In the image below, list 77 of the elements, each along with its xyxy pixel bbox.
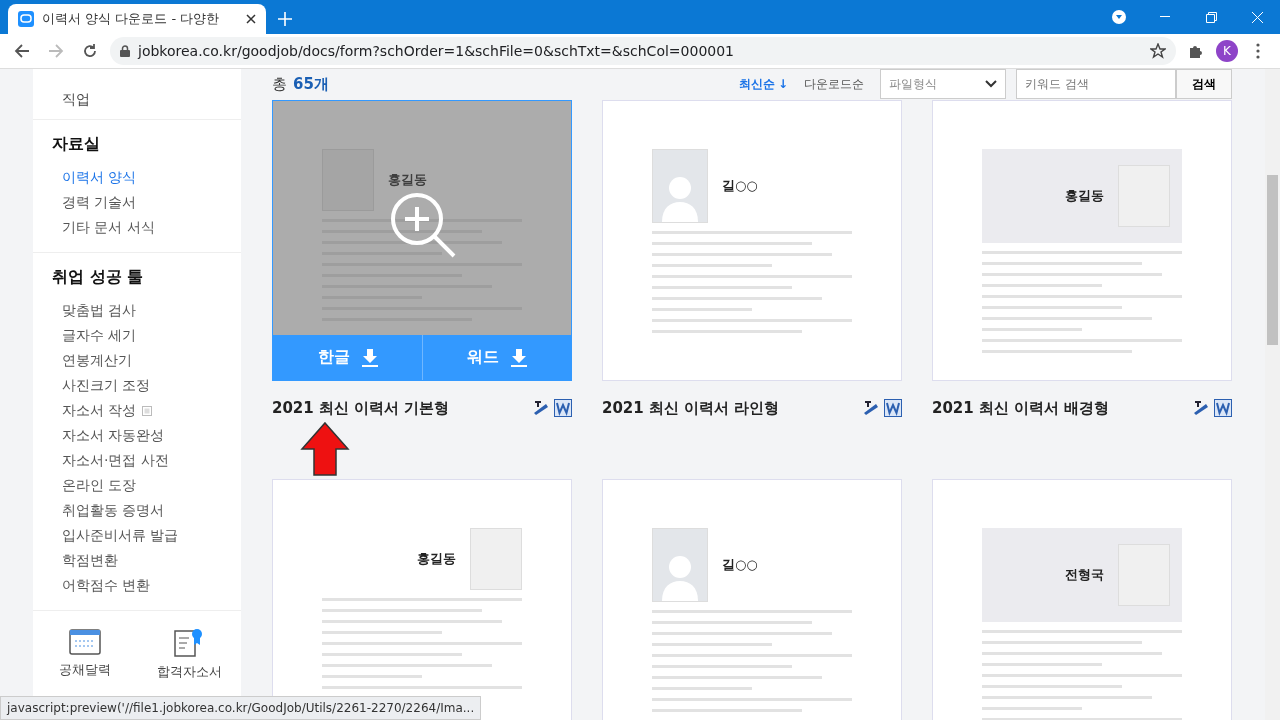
kebab-menu-icon — [1256, 43, 1260, 59]
chat-bubble-icon — [18, 11, 34, 27]
sidebar-section-title: 자료실 — [52, 134, 101, 155]
shortcut-link[interactable]: 합격자소서 — [137, 621, 241, 687]
resume-thumbnail[interactable]: 길○○ — [602, 100, 902, 381]
close-icon[interactable] — [246, 14, 256, 24]
sidebar-link[interactable]: 어학점수 변환 — [52, 573, 151, 598]
resume-name: 길○○ — [722, 177, 758, 195]
template-title[interactable]: 2021 최신 이력서 라인형 — [602, 398, 780, 418]
sidebar-item[interactable]: 직업 — [33, 69, 241, 120]
resume-name: 홍길동 — [388, 171, 427, 189]
template-title[interactable]: 2021 최신 이력서 기본형 — [272, 398, 450, 418]
file-type-select[interactable]: 파일형식 — [880, 69, 1006, 99]
sidebar-link[interactable]: 자소서·면접 사전 — [52, 448, 169, 473]
chevron-circle-icon — [1112, 10, 1126, 24]
address-bar[interactable]: jobkorea.co.kr/goodjob/docs/form?schOrder=1&schFile=0&schTxt=&schCol=000001 — [110, 37, 1176, 65]
word-file-icon — [1214, 399, 1232, 417]
back-arrow-icon — [14, 43, 30, 59]
sidebar-link[interactable]: 글자수 세기 — [52, 323, 137, 348]
hangul-file-icon — [1192, 399, 1210, 417]
profile-avatar[interactable]: K — [1216, 40, 1238, 62]
resume-name: 홍길동 — [1065, 187, 1104, 205]
sidebar-link[interactable]: 경력 기술서 — [52, 190, 137, 215]
zoom-in-icon[interactable] — [389, 191, 457, 259]
calendar-icon — [69, 627, 101, 655]
resume-thumbnail[interactable]: 전형국 — [932, 479, 1232, 720]
url-status-tooltip: javascript:preview('//file1.jobkorea.co.kr/GoodJob/Utils/2261-2270/2264/Ima... — [0, 696, 482, 720]
download-icon — [511, 348, 527, 367]
sort-arrow-icon: ↓ — [777, 77, 788, 91]
chevron-down-icon — [985, 80, 997, 88]
close-icon — [1251, 11, 1263, 23]
new-tab-icon[interactable] — [278, 12, 292, 26]
sort-option[interactable]: 다운로드순 — [804, 75, 864, 93]
sidebar-link[interactable]: 이력서 양식 — [52, 165, 137, 190]
total-label: 총 — [272, 74, 287, 94]
url-text: jobkorea.co.kr/goodjob/docs/form?schOrder=1&schFile=0&schTxt=&schCol=000001 — [138, 43, 735, 59]
resume-name: 전형국 — [1065, 566, 1104, 584]
resume-thumbnail[interactable]: 길○○ — [602, 479, 902, 720]
word-file-icon — [554, 399, 572, 417]
resume-thumbnail[interactable]: 홍길동 한글 워드 — [272, 100, 572, 381]
total-count: 65개 — [293, 74, 329, 94]
sidebar-link[interactable]: 자소서 자동완성 — [52, 423, 165, 448]
sort-option[interactable]: 최신순 ↓ — [738, 75, 788, 93]
shortcut-link[interactable]: 공채달력 — [33, 621, 137, 687]
hangul-file-icon — [862, 399, 880, 417]
restore-icon — [1205, 11, 1217, 23]
download-icon — [361, 348, 378, 367]
certificate-icon — [174, 627, 204, 657]
sidebar-link[interactable]: 연봉계산기 — [52, 348, 132, 373]
sidebar-section-title: 취업 성공 툴 — [52, 267, 145, 288]
sidebar-link[interactable]: 학점변환 — [52, 548, 118, 573]
resume-name: 홍길동 — [417, 550, 456, 568]
word-file-icon — [884, 399, 902, 417]
photo-placeholder — [470, 528, 522, 590]
sidebar-link[interactable]: 맞춤법 검사 — [52, 298, 137, 323]
lock-icon — [120, 45, 130, 57]
sidebar-link[interactable]: 입사준비서류 발급 — [52, 523, 179, 548]
browser-tab[interactable]: 이력서 양식 다운로드 - 다양한 — [8, 4, 266, 34]
puzzle-icon — [1188, 43, 1204, 59]
sidebar-link[interactable]: 자소서 작성 — [52, 398, 153, 423]
sidebar-link[interactable]: 온라인 도장 — [52, 473, 137, 498]
sidebar-link[interactable]: 취업활동 증명서 — [52, 498, 165, 523]
scrollbar[interactable] — [1265, 69, 1280, 720]
forward-arrow-icon — [48, 43, 64, 59]
minimize-icon — [1160, 16, 1170, 18]
resume-thumbnail[interactable]: 홍길동 — [932, 100, 1232, 381]
search-field[interactable]: 키워드 검색 — [1016, 69, 1176, 99]
star-icon[interactable] — [1150, 43, 1166, 59]
arrow-annotation — [300, 421, 350, 477]
resume-name: 길○○ — [722, 556, 758, 574]
hangul-file-icon — [532, 399, 550, 417]
sidebar-link[interactable]: 사진크기 조정 — [52, 373, 151, 398]
tab-title: 이력서 양식 다운로드 - 다양한 — [42, 10, 221, 28]
template-title[interactable]: 2021 최신 이력서 배경형 — [932, 398, 1110, 418]
search-button[interactable]: 검색 — [1176, 69, 1232, 99]
sidebar-link[interactable]: 기타 문서 서식 — [52, 215, 155, 240]
reload-icon — [82, 43, 98, 59]
